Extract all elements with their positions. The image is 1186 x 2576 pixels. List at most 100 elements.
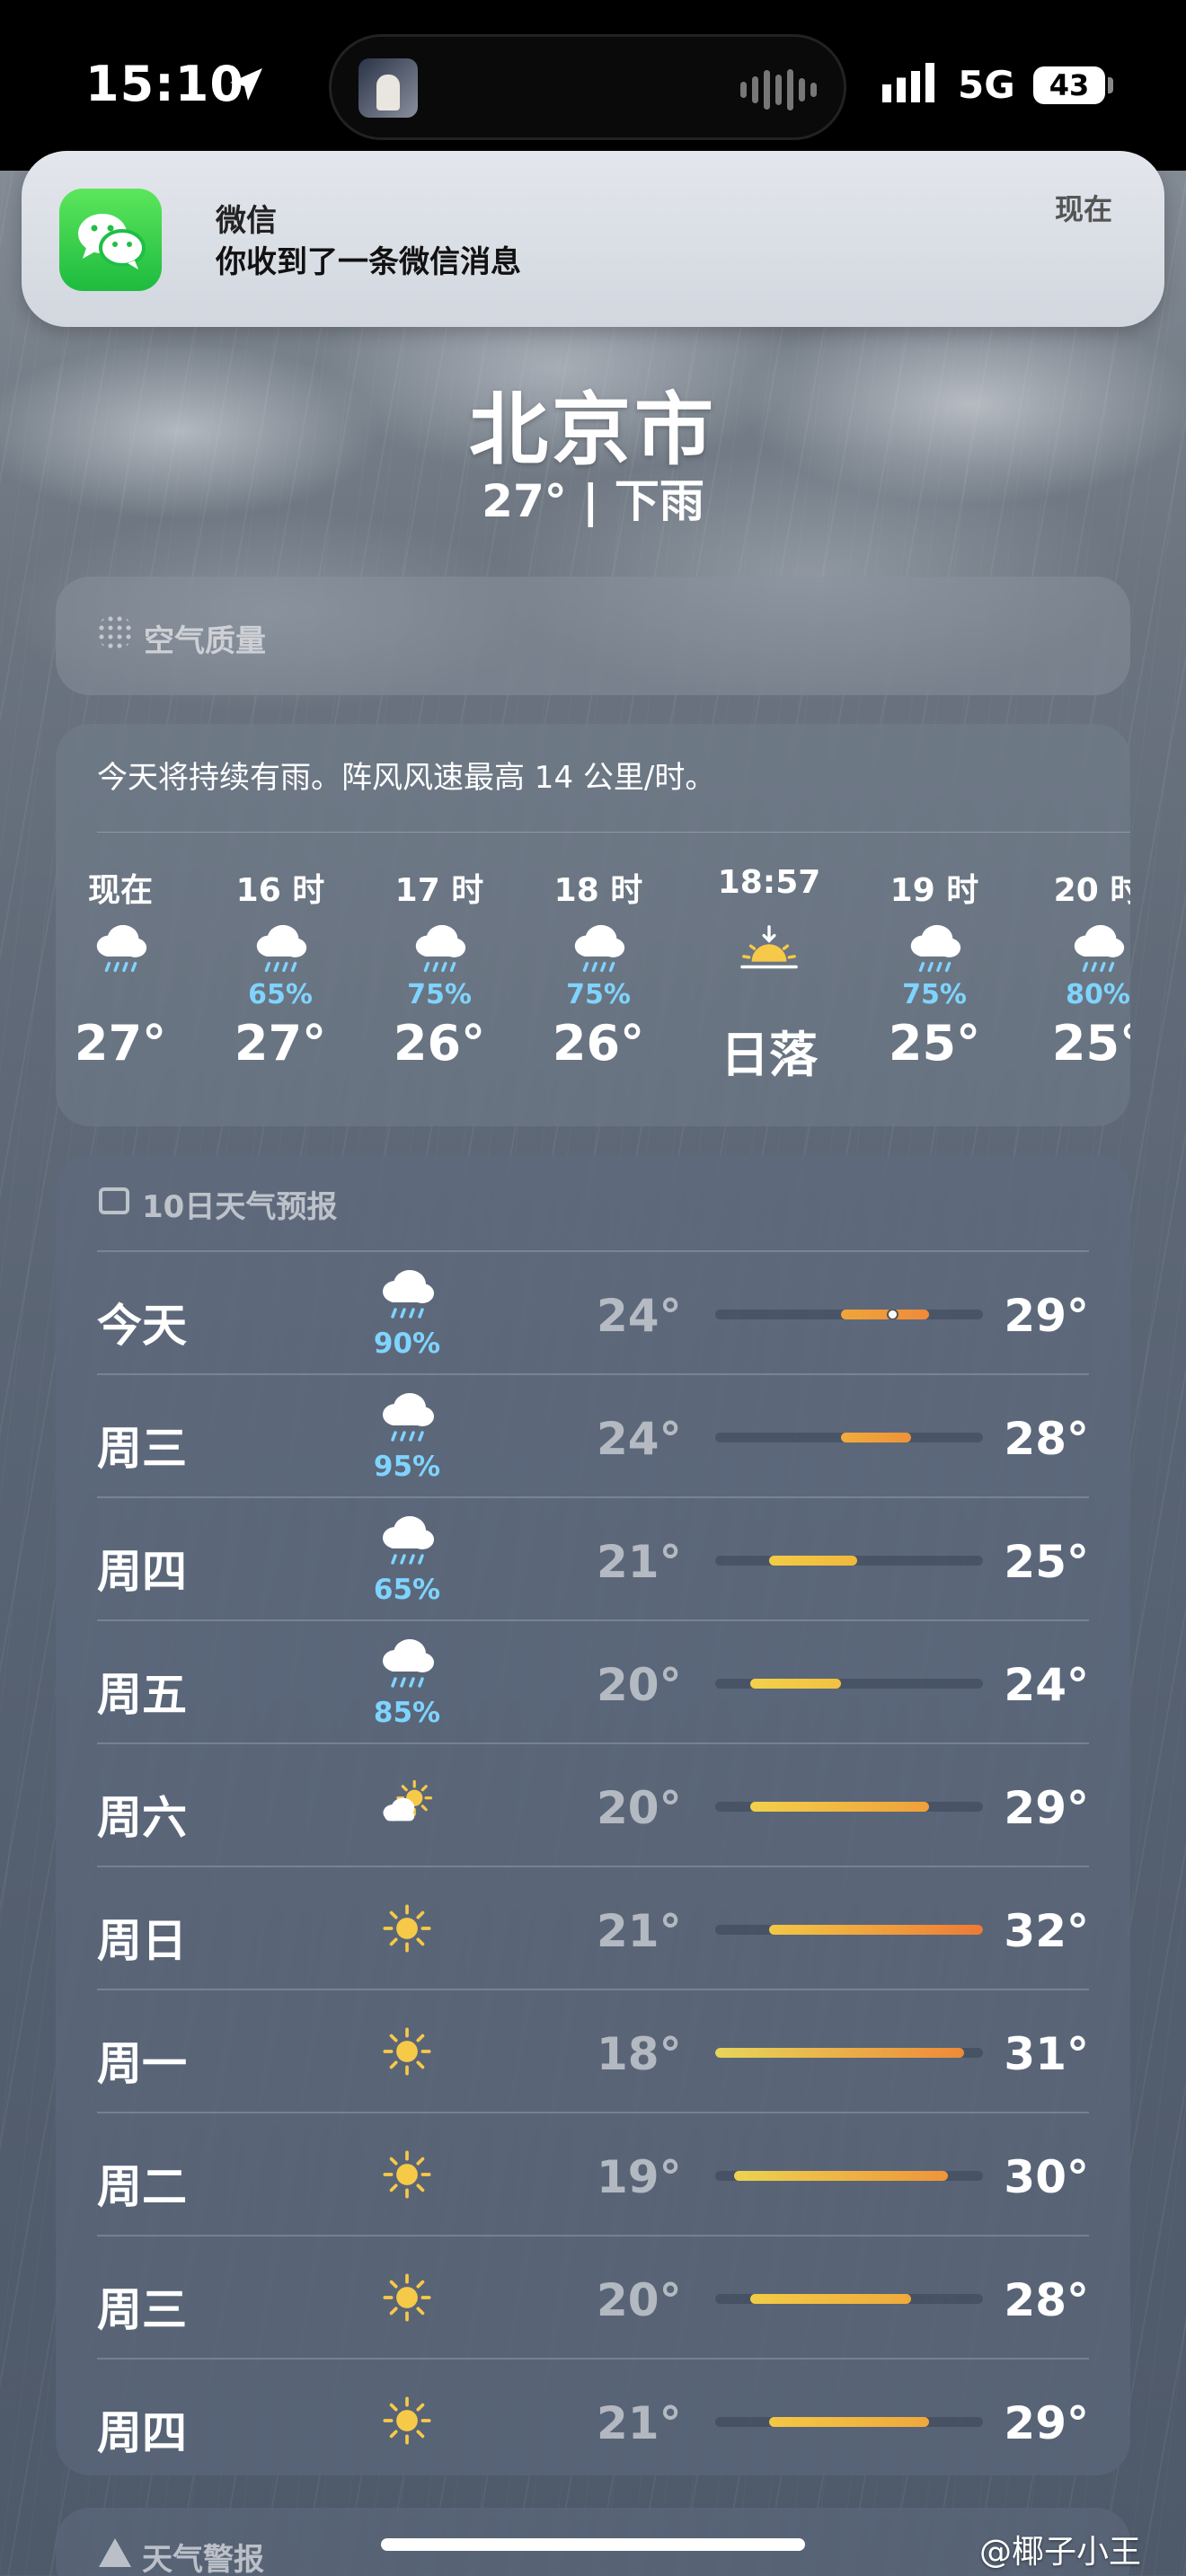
sun-icon [358,1882,456,1981]
wechat-app-icon [59,189,162,291]
current-temp-dot [886,1310,898,1319]
forecast-row[interactable]: 周三 95% 24° 28° [97,1373,1089,1496]
high-temp: 32° [1004,1905,1089,1957]
temp-range-fill [768,1556,857,1566]
low-temp: 21° [597,1536,682,1588]
day-label: 周六 [97,1792,187,1844]
day-label: 周二 [97,2161,187,2213]
precipitation-chance: 75% [902,979,967,1010]
partly-sunny-icon [358,1759,456,1857]
temp-range-fill [749,1802,930,1812]
hourly-time: 17 时 [394,872,484,909]
battery-icon: 43 [1033,66,1105,104]
notification-message: 你收到了一条微信消息 [216,244,521,280]
status-bar: 15:10 5G 43 [0,0,1186,171]
day-label: 今天 [97,1300,187,1352]
wechat-notification[interactable]: 微信 你收到了一条微信消息 现在 [22,151,1164,327]
hourly-time: 18 时 [553,872,643,909]
forecast-row[interactable]: 周五 85% 20° 24° [97,1619,1089,1742]
low-temp: 24° [597,1290,682,1342]
warning-icon [99,2538,131,2567]
temp-range-bar [715,1679,983,1689]
temp-range-bar [715,2048,983,2058]
temp-range-fill [733,2171,949,2181]
hourly-time: 现在 [87,872,153,909]
cloud-rain-icon [208,922,352,979]
forecast-row[interactable]: 周一 18° 31° [97,1989,1089,2112]
hourly-summary: 今天将持续有雨。阵风风速最高 14 公里/时。 [97,760,716,796]
dynamic-island[interactable] [329,34,846,140]
day-label: 周五 [97,1669,187,1721]
temp-range-bar [715,1925,983,1935]
cloud-rain-icon: 85% [358,1636,456,1734]
day-label: 周日 [97,1915,187,1967]
low-temp: 24° [597,1413,682,1465]
hourly-item: 现在 27° [56,864,192,1072]
temp-range-fill [768,2417,930,2427]
cloud-rain-icon [863,922,1006,979]
forecast-row[interactable]: 周四 65% 21° 25° [97,1496,1089,1619]
precipitation-chance: 80% [1066,979,1130,1010]
album-art-icon [358,58,418,118]
sun-icon [358,2251,456,2350]
home-indicator[interactable] [381,2538,805,2551]
temp-range-fill [749,2294,911,2304]
sunset-icon [697,922,841,1010]
current-summary: 27° | 下雨 [482,475,704,527]
forecast-row[interactable]: 周三 20° 28° [97,2235,1089,2358]
city-name: 北京市 [468,384,717,476]
ten-day-title: 10日天气预报 [142,1189,338,1225]
hourly-temp: 26° [552,1015,645,1072]
day-label: 周一 [97,2038,187,2090]
high-temp: 28° [1004,1413,1089,1465]
forecast-row[interactable]: 周二 19° 30° [97,2112,1089,2235]
low-temp: 20° [597,1659,682,1711]
air-quality-card[interactable]: 空气质量 [56,577,1130,695]
cloud-rain-icon [56,922,192,1010]
precipitation-chance: 90% [373,1328,441,1360]
hourly-temp: 25° [1051,1015,1130,1072]
weather-alert-label: 天气警报 [142,2542,264,2576]
forecast-row[interactable]: 周六 20° 29° [97,1742,1089,1866]
temp-range-bar [715,1433,983,1442]
high-temp: 29° [1004,1782,1089,1834]
forecast-row[interactable]: 今天 90% 24° 29° [97,1250,1089,1373]
divider [97,832,1130,833]
high-temp: 31° [1004,2028,1089,2080]
forecast-row[interactable]: 周日 21° 32° [97,1866,1089,1989]
sun-icon [358,2374,456,2473]
precipitation-chance: 75% [566,979,631,1010]
hourly-item: 18 时 75% 26° [527,864,670,1072]
network-type: 5G [958,63,1015,107]
audio-wave-icon [740,67,817,112]
temp-range-fill [841,1310,930,1319]
cellular-signal-icon [882,63,934,102]
temp-range-bar [715,1802,983,1812]
hourly-temp: 27° [234,1015,327,1072]
hourly-temp: 25° [888,1015,981,1072]
cloud-rain-icon: 65% [358,1513,456,1611]
hourly-scroller[interactable]: 现在 27° 16 时 65% 27° 17 时 75% 26° 18 时 75… [56,864,1130,1116]
hourly-item: 17 时 75% 26° [367,864,511,1072]
temp-range-bar [715,2294,983,2304]
temp-range-bar [715,1310,983,1319]
hourly-time: 19 时 [890,872,979,909]
precipitation-chance: 75% [407,979,472,1010]
ten-day-forecast-card[interactable]: 10日天气预报 今天 90% 24° 29° 周三 95% 24° 28° 周四… [56,1155,1130,2475]
high-temp: 25° [1004,1536,1089,1588]
temp-range-fill [749,1679,842,1689]
sun-icon [358,2128,456,2227]
notification-time: 现在 [1054,192,1112,226]
hourly-temp: 日落 [721,1027,818,1083]
temp-range-fill [715,2048,965,2058]
day-label: 周三 [97,2284,187,2336]
low-temp: 20° [597,1782,682,1834]
status-time: 15:10 [85,56,244,112]
hourly-forecast-card[interactable]: 今天将持续有雨。阵风风速最高 14 公里/时。 现在 27° 16 时 65% [56,724,1130,1126]
sun-icon [358,2005,456,2104]
temp-range-fill [841,1433,911,1442]
low-temp: 21° [597,1905,682,1957]
high-temp: 28° [1004,2274,1089,2326]
forecast-row[interactable]: 周四 21° 29° [97,2358,1089,2481]
cloud-rain-icon [367,922,511,979]
